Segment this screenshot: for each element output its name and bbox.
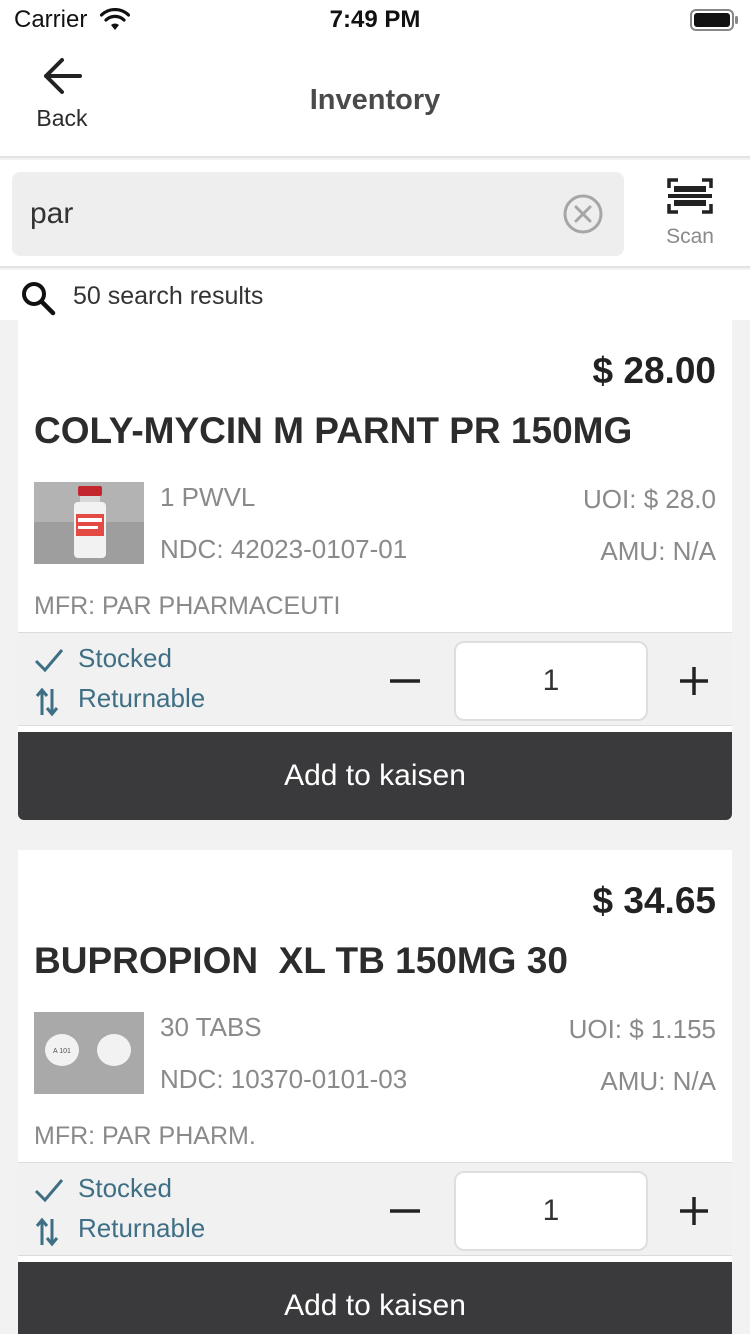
stock-panel: Stocked Returnable — [18, 1162, 732, 1256]
increase-quantity-button[interactable] — [674, 661, 714, 701]
search-row: Scan — [0, 160, 750, 268]
ndc-code: NDC: 10370-0101-03 — [160, 1064, 408, 1094]
battery-icon — [690, 9, 740, 38]
product-card[interactable]: $ 34.65 BUPROPION XL TB 150MG 30 A 101 3… — [18, 850, 732, 1334]
page-title: Inventory — [309, 84, 441, 116]
decrease-quantity-button[interactable] — [386, 663, 426, 699]
checkmark-icon — [34, 647, 64, 678]
barcode-scan-icon — [666, 178, 714, 220]
screen: Carrier 7:49 PM Back Inventory par Scan … — [0, 0, 750, 1334]
quantity-input[interactable] — [454, 641, 648, 721]
unit-of-issue-price: UOI: $ 1.155 — [568, 1014, 716, 1044]
package-size: 30 TABS — [160, 1012, 262, 1042]
product-name: BUPROPION XL TB 150MG 30 — [34, 940, 568, 981]
stocked-label: Stocked — [78, 643, 172, 673]
product-price: $ 34.65 — [592, 880, 716, 921]
search-input[interactable] — [30, 194, 550, 234]
clear-search-icon[interactable] — [562, 193, 604, 235]
status-bar: Carrier 7:49 PM — [0, 0, 750, 40]
decrease-quantity-button[interactable] — [386, 1193, 426, 1229]
product-card[interactable]: $ 28.00 COLY-MYCIN M PARNT PR 150MG 1 PW… — [18, 320, 732, 820]
search-icon — [20, 280, 56, 321]
increase-quantity-button[interactable] — [674, 1191, 714, 1231]
checkmark-icon — [34, 1177, 64, 1208]
manufacturer: MFR: PAR PHARM. — [34, 1122, 256, 1150]
clock: 7:49 PM — [329, 6, 421, 33]
results-count: 50 search results — [73, 282, 264, 310]
unit-of-issue-price: UOI: $ 28.0 — [583, 484, 716, 514]
navigation-bar: Back Inventory — [0, 40, 750, 158]
swap-arrows-icon — [34, 1217, 60, 1252]
stock-panel: Stocked Returnable — [18, 632, 732, 726]
stocked-label: Stocked — [78, 1173, 172, 1203]
ndc-code: NDC: 42023-0107-01 — [160, 534, 408, 564]
returnable-label: Returnable — [78, 1213, 206, 1243]
product-image — [34, 482, 144, 564]
amu-value: AMU: N/A — [600, 1066, 716, 1096]
amu-value: AMU: N/A — [600, 536, 716, 566]
swap-arrows-icon — [34, 687, 60, 722]
product-name: COLY-MYCIN M PARNT PR 150MG — [34, 410, 633, 451]
package-size: 1 PWVL — [160, 482, 256, 512]
results-bar: 50 search results — [0, 270, 750, 320]
manufacturer: MFR: PAR PHARMACEUTI — [34, 592, 341, 620]
returnable-label: Returnable — [78, 683, 206, 713]
product-price: $ 28.00 — [592, 350, 716, 391]
search-box — [12, 172, 624, 256]
scan-button[interactable]: Scan — [650, 176, 730, 256]
pill-imprint: A 101 — [53, 1048, 71, 1055]
quantity-input[interactable] — [454, 1171, 648, 1251]
product-image: A 101 — [34, 1012, 144, 1094]
scan-label: Scan — [666, 225, 714, 248]
add-to-kaisen-button[interactable]: Add to kaisen — [18, 1262, 732, 1334]
add-to-kaisen-button[interactable]: Add to kaisen — [18, 732, 732, 820]
